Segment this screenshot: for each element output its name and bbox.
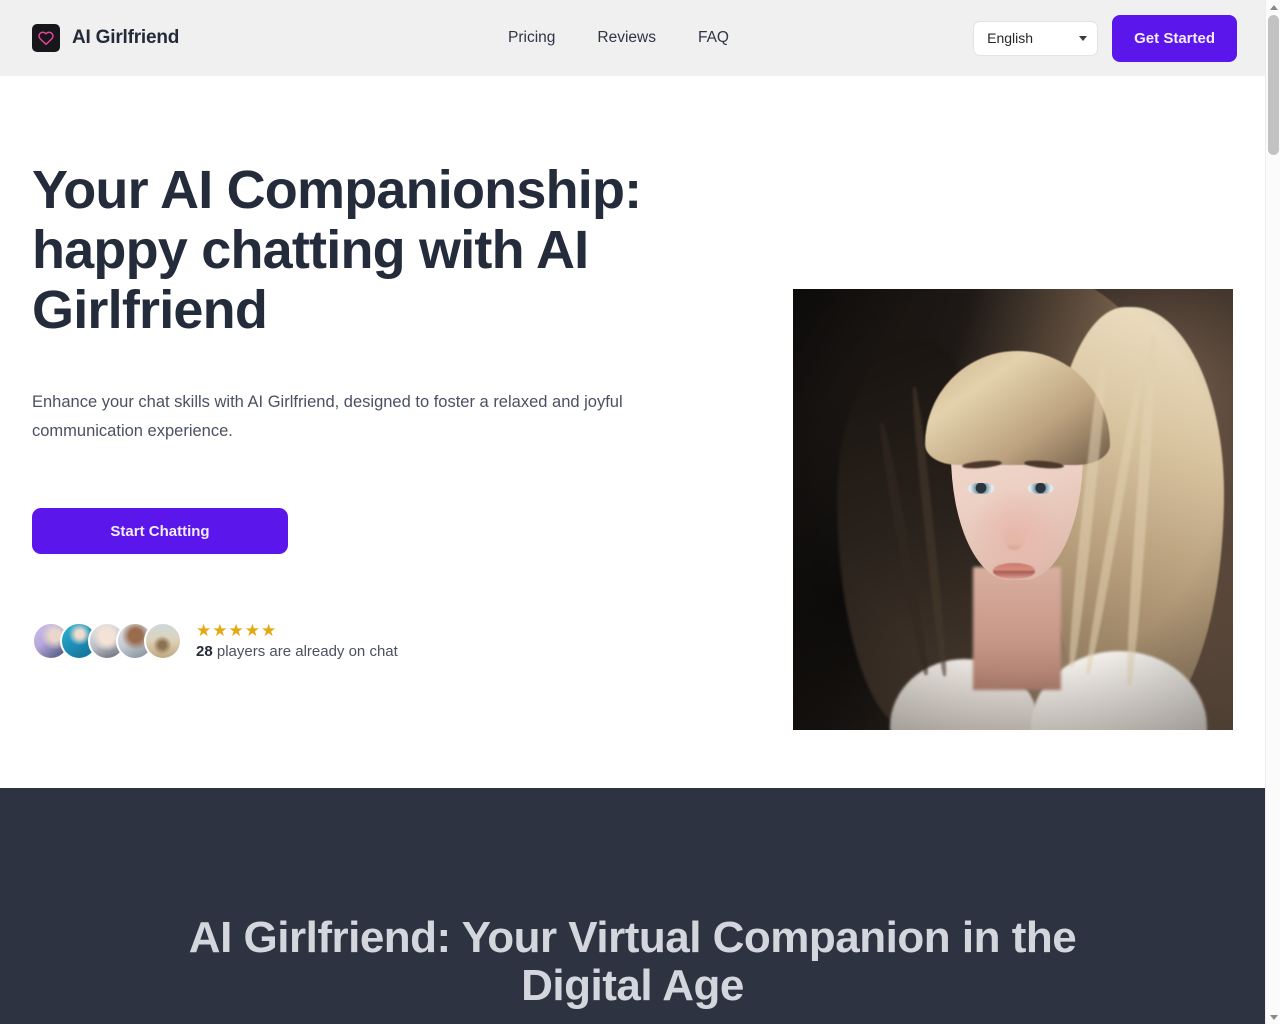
player-count-text: players are already on chat	[212, 643, 398, 660]
social-proof-text: ★★★★★ 28 players are already on chat	[196, 622, 398, 660]
nav-item-faq[interactable]: FAQ	[698, 29, 729, 47]
heart-icon	[32, 24, 60, 52]
nav-item-pricing[interactable]: Pricing	[508, 29, 555, 47]
language-select-value: English	[987, 30, 1034, 46]
browser-viewport: AI Girlfriend Pricing Reviews FAQ Englis…	[0, 0, 1280, 1024]
page-scrollbar[interactable]	[1265, 0, 1280, 1024]
get-started-button[interactable]: Get Started	[1112, 14, 1237, 62]
brand-name: AI Girlfriend	[72, 27, 180, 48]
language-select[interactable]: English	[973, 20, 1099, 56]
nav-item-reviews[interactable]: Reviews	[597, 29, 656, 47]
brand-logo-link[interactable]: AI Girlfriend	[32, 24, 179, 52]
player-count: 28	[196, 643, 213, 660]
scroll-up-arrow-icon[interactable]	[1266, 0, 1280, 14]
page-content: AI Girlfriend Pricing Reviews FAQ Englis…	[0, 0, 1265, 1024]
avatar-stack	[32, 622, 182, 660]
start-chatting-button[interactable]: Start Chatting	[32, 508, 288, 554]
scroll-down-arrow-icon[interactable]	[1266, 1010, 1280, 1024]
social-proof: ★★★★★ 28 players are already on chat	[32, 622, 732, 660]
hero-copy: Your AI Companionship: happy chatting wi…	[32, 160, 732, 660]
portrait-illustration	[793, 289, 1233, 730]
header-actions: English Get Started	[973, 0, 1237, 76]
dark-section: AI Girlfriend: Your Virtual Companion in…	[0, 788, 1265, 1024]
avatar	[144, 622, 182, 660]
hero-section: Your AI Companionship: happy chatting wi…	[0, 76, 1265, 788]
scrollbar-thumb[interactable]	[1268, 15, 1279, 155]
site-header: AI Girlfriend Pricing Reviews FAQ Englis…	[0, 0, 1265, 76]
chevron-down-icon	[1079, 35, 1088, 41]
player-count-line: 28 players are already on chat	[196, 643, 398, 660]
hero-image	[793, 289, 1233, 730]
star-rating-icon: ★★★★★	[196, 621, 278, 640]
hero-title: Your AI Companionship: happy chatting wi…	[32, 160, 642, 340]
dark-section-title: AI Girlfriend: Your Virtual Companion in…	[188, 913, 1077, 1010]
hero-subtitle: Enhance your chat skills with AI Girlfri…	[32, 393, 623, 440]
main-nav: Pricing Reviews FAQ	[508, 0, 729, 76]
